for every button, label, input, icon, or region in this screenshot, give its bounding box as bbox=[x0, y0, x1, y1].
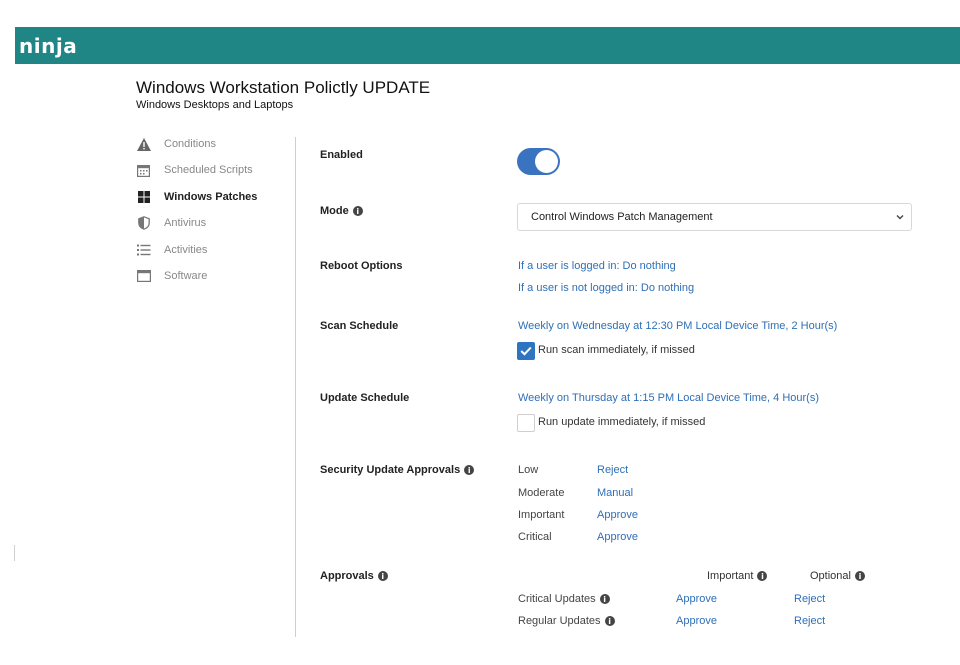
security-level-critical: Critical bbox=[518, 531, 552, 543]
sidebar-item-label: Antivirus bbox=[164, 217, 207, 229]
mode-label: Mode i bbox=[320, 205, 363, 217]
sidebar-item-label: Software bbox=[164, 270, 208, 282]
approvals-col-optional: Optional i bbox=[810, 570, 865, 582]
run-update-missed-label: Run update immediately, if missed bbox=[538, 416, 706, 428]
reboot-options-label: Reboot Options bbox=[320, 260, 403, 272]
critical-optional-action[interactable]: Reject bbox=[794, 593, 825, 605]
sidebar-item-scheduled-scripts[interactable]: Scheduled Scripts bbox=[136, 161, 253, 179]
regular-important-action[interactable]: Approve bbox=[676, 615, 717, 627]
update-schedule-link[interactable]: Weekly on Thursday at 1:15 PM Local Devi… bbox=[518, 392, 819, 404]
approvals-row-critical: Critical Updates i bbox=[518, 593, 610, 605]
ninja-logo[interactable]: ninja bbox=[19, 34, 77, 58]
security-action-moderate[interactable]: Manual bbox=[597, 487, 633, 499]
calendar-icon bbox=[136, 163, 151, 178]
security-action-low[interactable]: Reject bbox=[597, 464, 628, 476]
list-icon bbox=[136, 243, 151, 258]
sidebar-item-label: Activities bbox=[164, 244, 208, 256]
edge-divider bbox=[14, 545, 15, 561]
security-level-low: Low bbox=[518, 464, 539, 476]
reboot-logged-in-link[interactable]: If a user is logged in: Do nothing bbox=[518, 260, 676, 272]
scan-schedule-label: Scan Schedule bbox=[320, 320, 399, 332]
approvals-label: Approvals i bbox=[320, 570, 388, 582]
info-icon[interactable]: i bbox=[599, 594, 610, 604]
info-icon[interactable]: i bbox=[604, 616, 615, 626]
approvals-col-important: Important i bbox=[707, 570, 768, 582]
sidebar-item-label: Scheduled Scripts bbox=[164, 164, 253, 176]
enabled-toggle[interactable] bbox=[517, 148, 560, 175]
reboot-not-logged-in-link[interactable]: If a user is not logged in: Do nothing bbox=[518, 282, 694, 294]
regular-optional-action[interactable]: Reject bbox=[794, 615, 825, 627]
security-level-important: Important bbox=[518, 509, 565, 521]
window-icon bbox=[136, 269, 151, 284]
mode-select[interactable]: Control Windows Patch Management bbox=[517, 203, 912, 231]
sidebar-item-label: Windows Patches bbox=[164, 191, 258, 203]
sidebar-item-conditions[interactable]: Conditions bbox=[136, 135, 216, 153]
scan-schedule-link[interactable]: Weekly on Wednesday at 12:30 PM Local De… bbox=[518, 320, 837, 332]
windows-icon bbox=[136, 190, 151, 205]
sidebar-item-windows-patches[interactable]: Windows Patches bbox=[136, 188, 257, 206]
info-icon[interactable]: i bbox=[377, 571, 388, 581]
sidebar-item-software[interactable]: Software bbox=[136, 267, 207, 285]
security-approvals-label: Security Update Approvals i bbox=[320, 464, 475, 476]
sidebar-item-label: Conditions bbox=[164, 138, 216, 150]
run-scan-missed-label: Run scan immediately, if missed bbox=[538, 344, 695, 356]
run-update-missed-checkbox[interactable] bbox=[517, 414, 535, 432]
update-schedule-label: Update Schedule bbox=[320, 392, 410, 404]
page-subtitle: Windows Desktops and Laptops bbox=[136, 99, 294, 111]
info-icon[interactable]: i bbox=[464, 465, 475, 475]
shield-icon bbox=[136, 216, 151, 231]
chevron-down-icon bbox=[895, 212, 905, 225]
sidebar-divider bbox=[295, 137, 296, 637]
page-title: Windows Workstation Polictly UPDATE bbox=[136, 78, 431, 97]
top-bar: ninja bbox=[15, 27, 960, 64]
sidebar-item-activities[interactable]: Activities bbox=[136, 241, 207, 259]
security-action-important[interactable]: Approve bbox=[597, 509, 638, 521]
security-action-critical[interactable]: Approve bbox=[597, 531, 638, 543]
approvals-row-regular: Regular Updates i bbox=[518, 615, 615, 627]
info-icon[interactable]: i bbox=[352, 206, 363, 216]
sidebar-item-antivirus[interactable]: Antivirus bbox=[136, 214, 206, 232]
critical-important-action[interactable]: Approve bbox=[676, 593, 717, 605]
checkmark-icon bbox=[520, 346, 532, 356]
enabled-label: Enabled bbox=[320, 149, 363, 161]
info-icon[interactable]: i bbox=[854, 571, 865, 581]
mode-select-value: Control Windows Patch Management bbox=[531, 211, 713, 223]
toggle-knob bbox=[535, 150, 558, 173]
run-scan-missed-checkbox[interactable] bbox=[517, 342, 535, 360]
warning-icon bbox=[136, 137, 151, 152]
info-icon[interactable]: i bbox=[757, 571, 768, 581]
security-level-moderate: Moderate bbox=[518, 487, 565, 499]
